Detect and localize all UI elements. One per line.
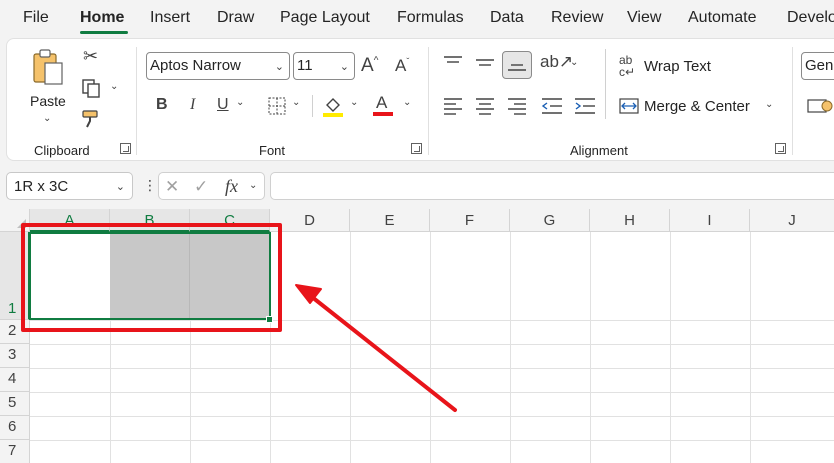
- borders-icon[interactable]: [268, 97, 286, 115]
- font-color-icon[interactable]: A: [376, 94, 387, 111]
- copy-icon[interactable]: [81, 78, 101, 98]
- align-left-icon[interactable]: [443, 97, 463, 115]
- enter-icon[interactable]: ✓: [194, 178, 208, 195]
- font-size-combo[interactable]: 11 ⌄: [293, 52, 355, 80]
- accounting-format-icon[interactable]: [807, 97, 833, 115]
- italic-icon[interactable]: I: [190, 97, 195, 113]
- borders-chevron-icon[interactable]: ⌄: [292, 97, 300, 108]
- more-options-icon[interactable]: ⋮: [143, 177, 157, 194]
- separator: [792, 47, 793, 155]
- separator: [605, 49, 606, 119]
- middle-align-icon[interactable]: [475, 55, 495, 71]
- wrap-text-label[interactable]: Wrap Text: [644, 58, 711, 75]
- chevron-down-icon: ⌄: [115, 181, 125, 193]
- fx-chevron-icon[interactable]: ⌄: [249, 180, 257, 191]
- annotation-arrow-icon: [295, 284, 457, 412]
- merge-center-label[interactable]: Merge & Center: [644, 98, 750, 115]
- cancel-icon[interactable]: ✕: [165, 178, 179, 195]
- worksheet-grid: A B C D E F G H I J 1 2 3 4 5 6 7: [0, 209, 834, 463]
- wrap-text-icon[interactable]: ab c↵: [619, 54, 635, 78]
- merge-center-chevron-icon[interactable]: ⌄: [765, 99, 773, 110]
- separator: [312, 95, 313, 117]
- font-name-combo[interactable]: Aptos Narrow ⌄: [146, 52, 290, 80]
- cut-icon[interactable]: ✂: [83, 47, 98, 65]
- fill-color-icon[interactable]: [323, 95, 343, 117]
- underline-chevron-icon[interactable]: ⌄: [236, 97, 244, 108]
- align-center-icon[interactable]: [475, 97, 495, 115]
- font-group-label: Font: [259, 143, 286, 158]
- menu-data[interactable]: Data: [490, 9, 524, 27]
- formula-bar: 1R x 3C ⌄ ⋮ ✕ ✓ fx ⌄: [0, 161, 834, 209]
- menu-insert[interactable]: Insert: [150, 9, 190, 27]
- increase-font-size-icon[interactable]: A^: [361, 56, 378, 75]
- ribbon: Paste ⌄ ✂ ⌄ Clipboard Aptos Narrow ⌄ 11 …: [6, 38, 834, 161]
- font-name-value: Aptos Narrow: [150, 57, 241, 74]
- chevron-down-icon: ⌄: [339, 61, 349, 73]
- top-align-icon[interactable]: [443, 55, 463, 71]
- orientation-chevron-icon[interactable]: ⌄: [570, 57, 578, 68]
- alignment-launcher-icon[interactable]: [775, 143, 786, 154]
- insert-function-icon[interactable]: fx: [225, 177, 238, 195]
- menu-file[interactable]: File: [23, 9, 49, 27]
- font-color-chevron-icon[interactable]: ⌄: [403, 97, 411, 108]
- font-launcher-icon[interactable]: [411, 143, 422, 154]
- menu-view[interactable]: View: [627, 9, 661, 27]
- format-painter-icon[interactable]: [81, 109, 103, 129]
- alignment-group-label: Alignment: [570, 143, 628, 158]
- increase-indent-icon[interactable]: [574, 97, 596, 115]
- menu-automate[interactable]: Automate: [688, 9, 756, 27]
- number-format-value: Gene: [805, 57, 834, 74]
- align-right-icon[interactable]: [507, 97, 527, 115]
- active-tab-underline: [80, 31, 128, 34]
- decrease-font-size-icon[interactable]: Aˇ: [395, 57, 409, 74]
- merge-center-icon[interactable]: [619, 98, 639, 114]
- separator: [136, 47, 137, 155]
- menu-home[interactable]: Home: [80, 9, 124, 27]
- bottom-align-icon: [508, 64, 526, 71]
- paste-chevron-icon[interactable]: ⌄: [43, 113, 51, 124]
- paste-icon[interactable]: [31, 47, 65, 87]
- formula-actions: ✕ ✓ fx ⌄: [158, 172, 265, 200]
- clipboard-launcher-icon[interactable]: [120, 143, 131, 154]
- separator: [428, 47, 429, 155]
- formula-input[interactable]: [270, 172, 834, 200]
- underline-icon[interactable]: U: [217, 97, 229, 113]
- bold-icon[interactable]: B: [156, 97, 168, 113]
- menu-page-layout[interactable]: Page Layout: [280, 9, 370, 27]
- name-box[interactable]: 1R x 3C ⌄: [6, 172, 133, 200]
- decrease-indent-icon[interactable]: [541, 97, 563, 115]
- menu-developer[interactable]: Develo: [787, 9, 834, 27]
- menu-formulas[interactable]: Formulas: [397, 9, 464, 27]
- menu-bar: File Home Insert Draw Page Layout Formul…: [0, 0, 834, 38]
- chevron-down-icon: ⌄: [274, 61, 284, 73]
- copy-chevron-icon[interactable]: ⌄: [110, 81, 118, 92]
- menu-draw[interactable]: Draw: [217, 9, 254, 27]
- fill-color-chevron-icon[interactable]: ⌄: [350, 97, 358, 108]
- orientation-icon[interactable]: ab↗: [540, 53, 573, 70]
- menu-review[interactable]: Review: [551, 9, 603, 27]
- number-format-combo[interactable]: Gene: [801, 52, 834, 80]
- name-box-value: 1R x 3C: [14, 178, 69, 195]
- clipboard-group-label: Clipboard: [34, 143, 90, 158]
- font-color-swatch: [373, 112, 393, 116]
- font-size-value: 11: [297, 57, 313, 74]
- paste-label[interactable]: Paste: [30, 93, 66, 109]
